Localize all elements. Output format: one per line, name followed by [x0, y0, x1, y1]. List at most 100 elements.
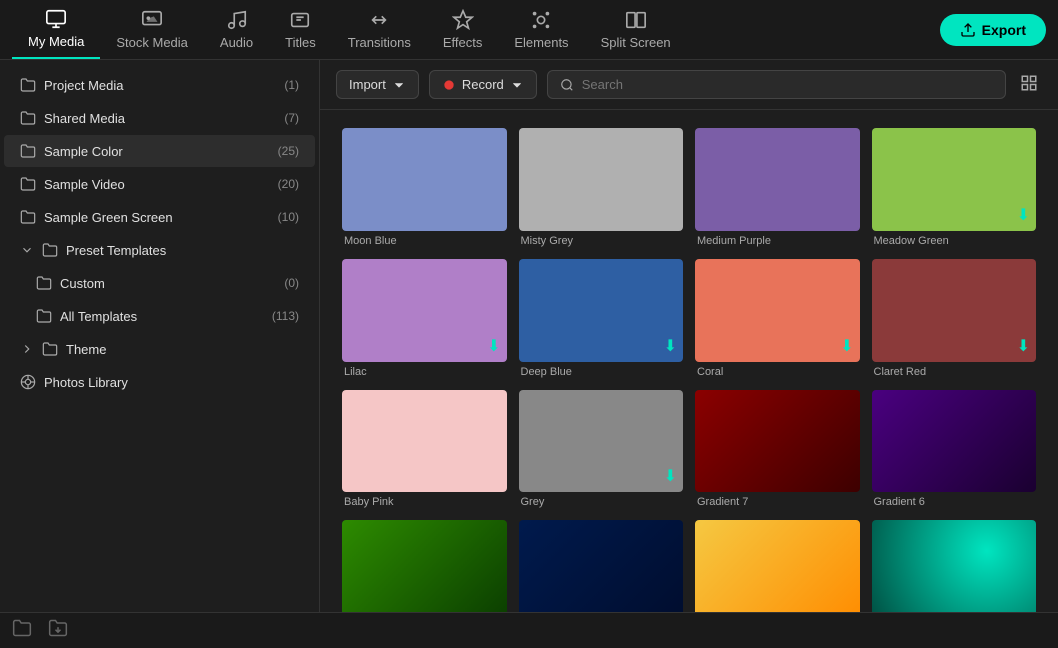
- media-item-claret-red[interactable]: ⬇ Claret Red: [866, 253, 1043, 384]
- chevron-right-icon: [20, 342, 34, 356]
- sidebar-all-templates-count: (113): [272, 309, 299, 323]
- folder-icon: [42, 341, 58, 357]
- download-badge: ⬇: [840, 336, 853, 356]
- nav-split-screen[interactable]: Split Screen: [585, 1, 687, 58]
- media-thumb-coral: ⬇: [695, 259, 860, 362]
- media-label-coral: Coral: [695, 366, 860, 378]
- media-item-grey[interactable]: ⬇ Grey: [513, 384, 690, 515]
- chevron-down-icon: [510, 78, 524, 92]
- media-item-baby-pink[interactable]: Baby Pink: [336, 384, 513, 515]
- download-badge: ⬇: [1017, 205, 1030, 225]
- download-badge: ⬇: [664, 336, 677, 356]
- folder-icon: [20, 143, 36, 159]
- media-thumb-lilac: ⬇: [342, 259, 507, 362]
- sidebar-item-photos-library[interactable]: Photos Library: [4, 366, 315, 398]
- media-label-baby-pink: Baby Pink: [342, 496, 507, 508]
- sidebar-sample-color-count: (25): [278, 144, 299, 158]
- media-thumb-gradient6: [872, 390, 1037, 493]
- effects-icon: [452, 9, 474, 31]
- grid-view-button[interactable]: [1016, 70, 1042, 99]
- sidebar-item-sample-color[interactable]: Sample Color (25): [4, 135, 315, 167]
- sidebar-sample-color-label: Sample Color: [44, 144, 270, 159]
- sidebar-custom-label: Custom: [60, 276, 276, 291]
- nav-effects-label: Effects: [443, 35, 483, 50]
- media-item-deep-blue[interactable]: ⬇ Deep Blue: [513, 253, 690, 384]
- media-thumb-gradient2: [872, 520, 1037, 612]
- nav-titles[interactable]: Titles: [269, 1, 332, 58]
- sidebar-item-custom[interactable]: Custom (0): [4, 267, 315, 299]
- record-button[interactable]: Record: [429, 70, 537, 99]
- nav-transitions-label: Transitions: [348, 35, 411, 50]
- import-label: Import: [349, 77, 386, 92]
- media-thumb-gradient3: [695, 520, 860, 612]
- search-icon: [560, 78, 574, 92]
- media-grid: Moon Blue Misty Grey Medium Purple ⬇ Mea…: [320, 110, 1058, 612]
- media-item-coral[interactable]: ⬇ Coral: [689, 253, 866, 384]
- media-item-misty-grey[interactable]: Misty Grey: [513, 122, 690, 253]
- media-thumb-gradient7: [695, 390, 860, 493]
- media-item-gradient4[interactable]: Gradient 4: [513, 514, 690, 612]
- media-item-meadow-green[interactable]: ⬇ Meadow Green: [866, 122, 1043, 253]
- my-media-icon: [45, 8, 67, 30]
- folder-icon: [20, 209, 36, 225]
- sidebar-item-preset-templates[interactable]: Preset Templates: [4, 234, 315, 266]
- photos-library-icon: [20, 374, 36, 390]
- folder-icon: [42, 242, 58, 258]
- elements-icon: [530, 9, 552, 31]
- top-nav: My Media Stock Media Audio Titles Transi…: [0, 0, 1058, 60]
- sidebar-shared-media-label: Shared Media: [44, 111, 276, 126]
- folder-icon: [36, 275, 52, 291]
- media-item-gradient3[interactable]: Gradient 3: [689, 514, 866, 612]
- sidebar-item-sample-green-screen[interactable]: Sample Green Screen (10): [4, 201, 315, 233]
- nav-split-screen-label: Split Screen: [601, 35, 671, 50]
- media-item-gradient5[interactable]: Gradient 5: [336, 514, 513, 612]
- download-badge: ⬇: [1017, 336, 1030, 356]
- media-thumb-baby-pink: [342, 390, 507, 493]
- nav-my-media[interactable]: My Media: [12, 0, 100, 59]
- import-folder-button[interactable]: [48, 618, 68, 643]
- nav-transitions[interactable]: Transitions: [332, 1, 427, 58]
- chevron-down-icon: [392, 78, 406, 92]
- media-label-meadow-green: Meadow Green: [872, 235, 1037, 247]
- media-thumb-medium-purple: [695, 128, 860, 231]
- sidebar-item-theme[interactable]: Theme: [4, 333, 315, 365]
- nav-stock-media[interactable]: Stock Media: [100, 1, 204, 58]
- media-item-gradient2[interactable]: Gradient 2: [866, 514, 1043, 612]
- record-label: Record: [462, 77, 504, 92]
- toolbar: Import Record: [320, 60, 1058, 110]
- transitions-icon: [368, 9, 390, 31]
- nav-audio[interactable]: Audio: [204, 1, 269, 58]
- media-thumb-gradient5: [342, 520, 507, 612]
- export-button[interactable]: Export: [940, 14, 1046, 46]
- chevron-down-icon: [20, 243, 34, 257]
- sidebar-item-shared-media[interactable]: Shared Media (7): [4, 102, 315, 134]
- media-label-claret-red: Claret Red: [872, 366, 1037, 378]
- nav-elements[interactable]: Elements: [498, 1, 584, 58]
- sidebar-item-sample-video[interactable]: Sample Video (20): [4, 168, 315, 200]
- media-item-gradient7[interactable]: Gradient 7: [689, 384, 866, 515]
- audio-icon: [226, 9, 248, 31]
- media-label-misty-grey: Misty Grey: [519, 235, 684, 247]
- media-label-gradient6: Gradient 6: [872, 496, 1037, 508]
- nav-elements-label: Elements: [514, 35, 568, 50]
- media-thumb-claret-red: ⬇: [872, 259, 1037, 362]
- folder-icon: [20, 110, 36, 126]
- sidebar-sample-video-count: (20): [278, 177, 299, 191]
- media-thumb-misty-grey: [519, 128, 684, 231]
- nav-effects[interactable]: Effects: [427, 1, 499, 58]
- sidebar-theme-label: Theme: [66, 342, 299, 357]
- nav-titles-label: Titles: [285, 35, 316, 50]
- sidebar-item-all-templates[interactable]: All Templates (113): [4, 300, 315, 332]
- sidebar-sample-green-screen-label: Sample Green Screen: [44, 210, 270, 225]
- import-button[interactable]: Import: [336, 70, 419, 99]
- new-folder-button[interactable]: [12, 618, 32, 643]
- sidebar-item-project-media[interactable]: Project Media (1): [4, 69, 315, 101]
- media-item-moon-blue[interactable]: Moon Blue: [336, 122, 513, 253]
- media-label-deep-blue: Deep Blue: [519, 366, 684, 378]
- media-thumb-grey: ⬇: [519, 390, 684, 493]
- media-item-lilac[interactable]: ⬇ Lilac: [336, 253, 513, 384]
- media-thumb-meadow-green: ⬇: [872, 128, 1037, 231]
- search-input[interactable]: [582, 77, 993, 92]
- media-item-gradient6[interactable]: Gradient 6: [866, 384, 1043, 515]
- media-item-medium-purple[interactable]: Medium Purple: [689, 122, 866, 253]
